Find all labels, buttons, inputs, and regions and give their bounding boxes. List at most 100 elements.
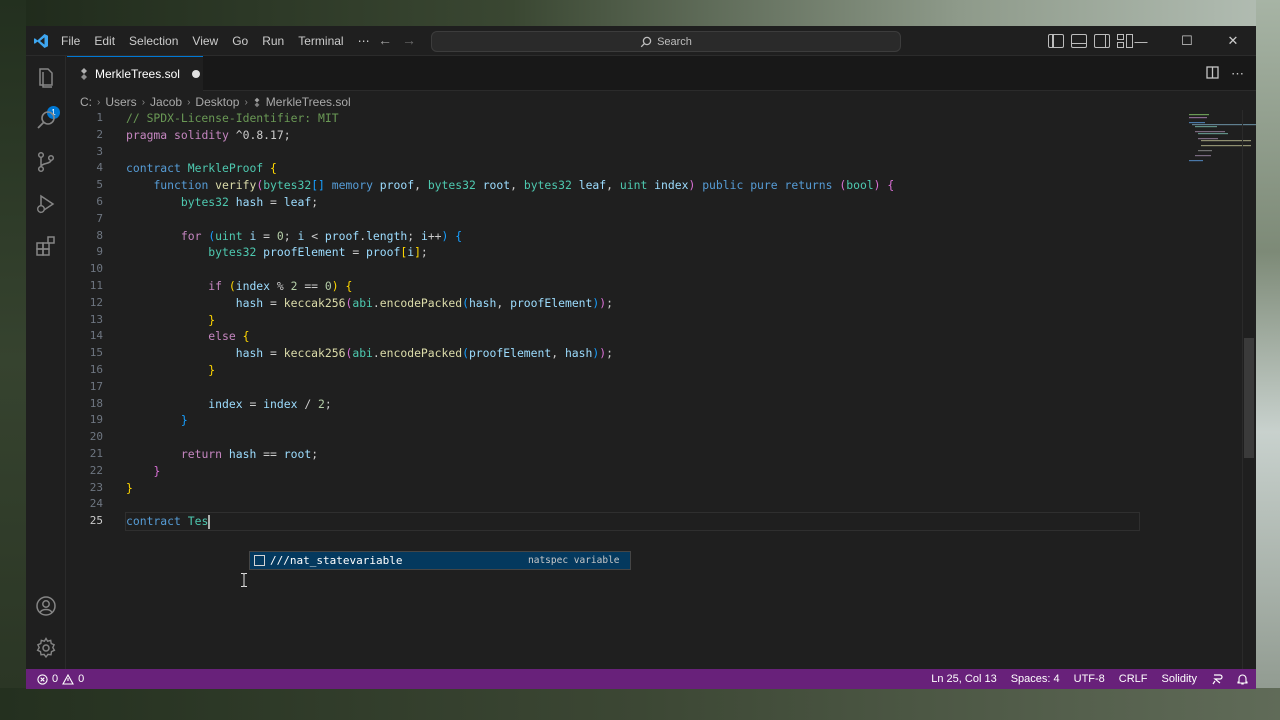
- code-line[interactable]: hash = keccak256(abi.encodePacked(proofE…: [126, 345, 1126, 362]
- code-line[interactable]: hash = keccak256(abi.encodePacked(hash, …: [126, 295, 1126, 312]
- code-line[interactable]: [126, 429, 1126, 446]
- line-number: 6: [96, 194, 103, 208]
- maximize-button[interactable]: ☐: [1164, 26, 1210, 56]
- line-number-gutter: 1 2 3 4 5 6 7 8 9 10 11 12 13 14 15 16 17 18 19 20 21 22 23 24 2…: [67, 110, 117, 530]
- breadcrumb-item[interactable]: Desktop: [195, 95, 239, 109]
- breadcrumb-item[interactable]: MerkleTrees.sol: [266, 95, 351, 109]
- back-arrow-icon[interactable]: ←: [378, 32, 392, 48]
- search-icon[interactable]: [34, 108, 58, 132]
- code-line[interactable]: function verify(bytes32[] memory proof, …: [126, 177, 1126, 194]
- suggestion-item[interactable]: ///nat_statevariable natspec variable: [250, 552, 630, 569]
- code-line[interactable]: bytes32 proofElement = proof[i];: [126, 244, 1126, 261]
- code-line[interactable]: [126, 261, 1126, 278]
- code-line[interactable]: [126, 144, 1126, 161]
- extensions-icon[interactable]: [34, 234, 58, 258]
- code-token: root: [482, 178, 511, 193]
- line-number: 10: [89, 262, 103, 276]
- code-line[interactable]: for (uint i = 0; i < proof.length; i++) …: [126, 228, 1126, 245]
- code-line[interactable]: [126, 496, 1126, 513]
- code-token: =: [263, 346, 284, 361]
- code-token: }: [153, 463, 161, 478]
- vertical-scrollbar[interactable]: [1242, 110, 1256, 669]
- toggle-primary-sidebar-icon[interactable]: [1048, 34, 1064, 48]
- code-token: verify: [215, 178, 257, 193]
- explorer-icon[interactable]: [34, 66, 58, 90]
- toggle-secondary-sidebar-icon[interactable]: [1094, 34, 1110, 48]
- feedback-icon[interactable]: [1211, 673, 1223, 685]
- notifications-bell-icon[interactable]: [1237, 673, 1248, 685]
- chevron-right-icon: ›: [244, 96, 248, 108]
- code-line[interactable]: bytes32 hash = leaf;: [126, 194, 1126, 211]
- desktop-background-left: [0, 0, 26, 720]
- unsaved-changes-dot-icon[interactable]: [191, 70, 200, 78]
- code-token: =: [263, 194, 284, 209]
- source-control-icon[interactable]: [34, 150, 58, 174]
- breadcrumb-item[interactable]: C:: [80, 95, 92, 109]
- menu-item-go[interactable]: Go: [225, 26, 255, 56]
- code-line[interactable]: }: [126, 412, 1126, 429]
- more-actions-icon[interactable]: ⋯: [1231, 66, 1244, 82]
- code-line[interactable]: index = index / 2;: [126, 396, 1126, 413]
- indentation[interactable]: Spaces: 4: [1011, 673, 1060, 685]
- code-line[interactable]: contract MerkleProof {: [126, 160, 1126, 177]
- scrollbar-thumb[interactable]: [1244, 338, 1254, 458]
- code-line[interactable]: else {: [126, 328, 1126, 345]
- problems-indicator[interactable]: 0 0: [26, 673, 84, 685]
- code-line[interactable]: contract Tes: [125, 512, 1140, 531]
- code-token: proof: [366, 245, 401, 260]
- split-editor-icon[interactable]: [1206, 66, 1219, 79]
- language-mode[interactable]: Solidity: [1162, 673, 1197, 685]
- solidity-file-icon: [254, 97, 260, 107]
- code-token: function: [153, 178, 209, 193]
- line-number: 18: [89, 396, 103, 410]
- menu-item-run[interactable]: Run: [255, 26, 291, 56]
- run-debug-icon[interactable]: [34, 192, 58, 216]
- code-token: hash: [235, 295, 264, 310]
- code-line[interactable]: }: [126, 362, 1126, 379]
- code-token: (: [462, 295, 469, 310]
- code-token: leaf: [578, 178, 607, 193]
- code-line[interactable]: }: [126, 480, 1126, 497]
- cursor-position[interactable]: Ln 25, Col 13: [931, 673, 996, 685]
- manage-gear-icon[interactable]: [34, 636, 58, 660]
- encoding[interactable]: UTF-8: [1074, 673, 1105, 685]
- tab-merkletrees-sol[interactable]: MerkleTrees.sol: [67, 56, 203, 91]
- menu-item-more[interactable]: ⋯: [351, 26, 377, 56]
- end-of-line[interactable]: CRLF: [1119, 673, 1148, 685]
- code-line[interactable]: }: [126, 312, 1126, 329]
- code-token: hash: [235, 194, 264, 209]
- search-placeholder: Search: [657, 35, 692, 48]
- code-line[interactable]: }: [126, 463, 1126, 480]
- forward-arrow-icon[interactable]: →: [402, 32, 416, 48]
- menu-item-file[interactable]: File: [54, 26, 87, 56]
- code-area[interactable]: // SPDX-License-Identifier: MIT pragma so…: [125, 110, 1140, 531]
- code-token: contract: [126, 514, 181, 529]
- code-token: bytes32: [523, 178, 572, 193]
- menu-item-terminal[interactable]: Terminal: [291, 26, 350, 56]
- breadcrumb-item[interactable]: Users: [105, 95, 136, 109]
- desktop-background-right: [1256, 0, 1280, 720]
- line-number: 23: [89, 480, 103, 494]
- code-line[interactable]: return hash == root;: [126, 446, 1126, 463]
- code-line[interactable]: [126, 211, 1126, 228]
- command-center-search[interactable]: Search: [431, 31, 901, 52]
- menu-item-selection[interactable]: Selection: [122, 26, 185, 56]
- toggle-panel-icon[interactable]: [1071, 34, 1087, 48]
- code-line[interactable]: // SPDX-License-Identifier: MIT: [126, 110, 1126, 127]
- code-token: proofElement: [263, 245, 346, 260]
- code-editor[interactable]: 1 2 3 4 5 6 7 8 9 10 11 12 13 14 15 16 17 18 19 20 21 22 23 24 2…: [67, 110, 1256, 669]
- code-token: ,: [510, 178, 524, 193]
- code-token: []: [311, 178, 325, 193]
- menu-item-edit[interactable]: Edit: [87, 26, 122, 56]
- account-icon[interactable]: [34, 594, 58, 618]
- minimize-button[interactable]: —: [1118, 26, 1164, 56]
- menu-item-view[interactable]: View: [185, 26, 225, 56]
- close-button[interactable]: ✕: [1210, 26, 1256, 56]
- breadcrumb-item[interactable]: Jacob: [150, 95, 182, 109]
- code-line[interactable]: pragma solidity ^0.8.17;: [126, 127, 1126, 144]
- code-line[interactable]: [126, 379, 1126, 396]
- code-line[interactable]: if (index % 2 == 0) {: [126, 278, 1126, 295]
